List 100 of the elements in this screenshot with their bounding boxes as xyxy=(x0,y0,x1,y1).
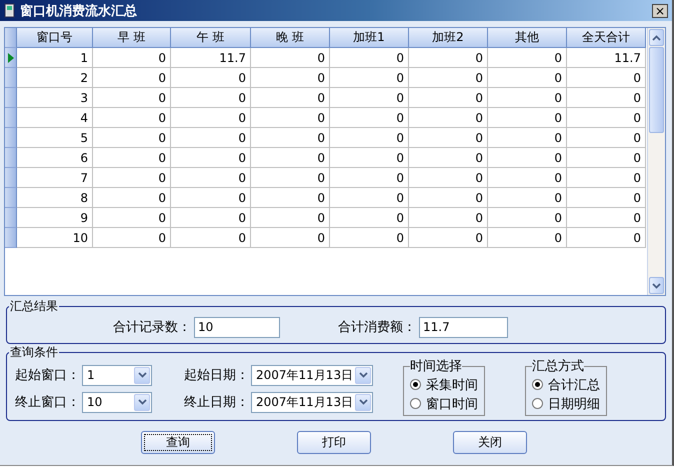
group-title: 汇总结果 xyxy=(9,298,59,315)
row-selector[interactable] xyxy=(5,48,17,68)
table-cell: 0 xyxy=(93,108,171,128)
dropdown[interactable]: 10 xyxy=(82,392,152,412)
table-cell: 0 xyxy=(93,188,171,208)
table-cell: 0 xyxy=(93,68,171,88)
table-cell: 0 xyxy=(251,168,330,188)
table-cell: 0 xyxy=(171,208,251,228)
column-header[interactable]: 窗口号 xyxy=(17,28,93,48)
row-selector[interactable] xyxy=(5,68,17,88)
table-cell: 0 xyxy=(93,228,171,248)
table-cell: 0 xyxy=(409,128,488,148)
radio-label[interactable]: 采集时间 xyxy=(426,376,478,394)
column-header[interactable]: 加班2 xyxy=(409,28,488,48)
scrollbar[interactable] xyxy=(647,28,665,295)
column-header[interactable]: 晚 班 xyxy=(251,28,330,48)
row-selector[interactable] xyxy=(5,168,17,188)
input-field[interactable]: 10 xyxy=(194,316,280,338)
table-cell: 0 xyxy=(488,168,567,188)
table-cell: 2 xyxy=(17,68,93,88)
table-cell: 0 xyxy=(409,228,488,248)
row-selector[interactable] xyxy=(5,188,17,208)
table-cell: 0 xyxy=(567,128,646,148)
table-cell: 0 xyxy=(567,88,646,108)
table-cell: 0 xyxy=(330,208,409,228)
table-cell: 0 xyxy=(567,168,646,188)
table-cell: 0 xyxy=(409,88,488,108)
field-label: 起始日期： xyxy=(184,367,249,384)
table-cell: 0 xyxy=(330,168,409,188)
table-cell: 0 xyxy=(567,148,646,168)
table-cell: 0 xyxy=(330,128,409,148)
table-cell: 0 xyxy=(567,68,646,88)
down-caret-icon xyxy=(358,372,368,378)
table-cell: 11.7 xyxy=(567,48,646,68)
table-cell: 0 xyxy=(251,128,330,148)
table-cell: 0 xyxy=(567,108,646,128)
table-cell: 0 xyxy=(567,228,646,248)
table-cell: 0 xyxy=(409,188,488,208)
radio-label[interactable]: 合计汇总 xyxy=(548,376,600,394)
column-header[interactable]: 午 班 xyxy=(171,28,251,48)
table-cell: 0 xyxy=(171,108,251,128)
action-button[interactable]: 打印 xyxy=(297,431,371,454)
table-cell: 0 xyxy=(251,228,330,248)
table-cell: 0 xyxy=(409,208,488,228)
table-cell: 0 xyxy=(330,188,409,208)
table-cell: 0 xyxy=(567,208,646,228)
table-cell: 0 xyxy=(93,88,171,108)
field-label: 合计消费额： xyxy=(338,319,416,336)
radio-label[interactable]: 日期明细 xyxy=(548,394,600,412)
table-cell: 0 xyxy=(93,208,171,228)
group-title: 时间选择 xyxy=(410,358,462,375)
table-cell: 0 xyxy=(330,48,409,68)
column-header[interactable]: 全天合计 xyxy=(567,28,646,48)
row-selector[interactable] xyxy=(5,148,17,168)
table-cell: 0 xyxy=(251,68,330,88)
table-cell: 0 xyxy=(488,148,567,168)
column-header[interactable]: 早 班 xyxy=(93,28,171,48)
radio-button[interactable] xyxy=(532,379,543,390)
table-cell: 4 xyxy=(17,108,93,128)
down-caret-icon xyxy=(358,399,368,405)
action-button[interactable]: 查询 xyxy=(141,431,215,454)
table-cell: 0 xyxy=(171,88,251,108)
row-selector[interactable] xyxy=(5,108,17,128)
table-cell: 0 xyxy=(251,148,330,168)
radio-button[interactable] xyxy=(410,398,421,409)
up-caret-icon xyxy=(652,34,661,40)
column-header[interactable]: 其他 xyxy=(488,28,567,48)
radio-button[interactable] xyxy=(410,379,421,390)
down-caret-icon xyxy=(138,372,146,378)
table-cell: 0 xyxy=(93,168,171,188)
row-selector[interactable] xyxy=(5,228,17,248)
group-title: 汇总方式 xyxy=(532,358,584,375)
field-label: 起始窗口： xyxy=(15,367,80,384)
close-button[interactable]: × xyxy=(652,4,668,18)
table-cell: 0 xyxy=(251,208,330,228)
table-cell: 6 xyxy=(17,148,93,168)
input-field[interactable]: 11.7 xyxy=(419,316,508,338)
down-caret-icon xyxy=(138,399,146,405)
current-row-icon xyxy=(8,52,14,62)
row-selector[interactable] xyxy=(5,208,17,228)
table-cell: 0 xyxy=(171,148,251,168)
window-icon xyxy=(4,3,16,18)
radio-button[interactable] xyxy=(532,398,543,409)
row-selector[interactable] xyxy=(5,88,17,108)
table-cell: 0 xyxy=(567,188,646,208)
date-picker[interactable]: 2007年11月13日 xyxy=(251,364,373,386)
table-cell: 0 xyxy=(330,108,409,128)
date-picker[interactable]: 2007年11月13日 xyxy=(251,392,373,412)
field-label: 终止日期： xyxy=(184,394,249,411)
field-label: 终止窗口： xyxy=(15,394,80,411)
group-title: 查询条件 xyxy=(9,344,59,361)
table-cell: 0 xyxy=(171,228,251,248)
column-header[interactable]: 加班1 xyxy=(330,28,409,48)
table-cell: 0 xyxy=(171,68,251,88)
table-cell: 0 xyxy=(488,88,567,108)
table-cell: 0 xyxy=(251,188,330,208)
action-button[interactable]: 关闭 xyxy=(453,431,527,454)
radio-label[interactable]: 窗口时间 xyxy=(426,394,478,412)
dropdown[interactable]: 1 xyxy=(82,364,152,386)
row-selector[interactable] xyxy=(5,128,17,148)
